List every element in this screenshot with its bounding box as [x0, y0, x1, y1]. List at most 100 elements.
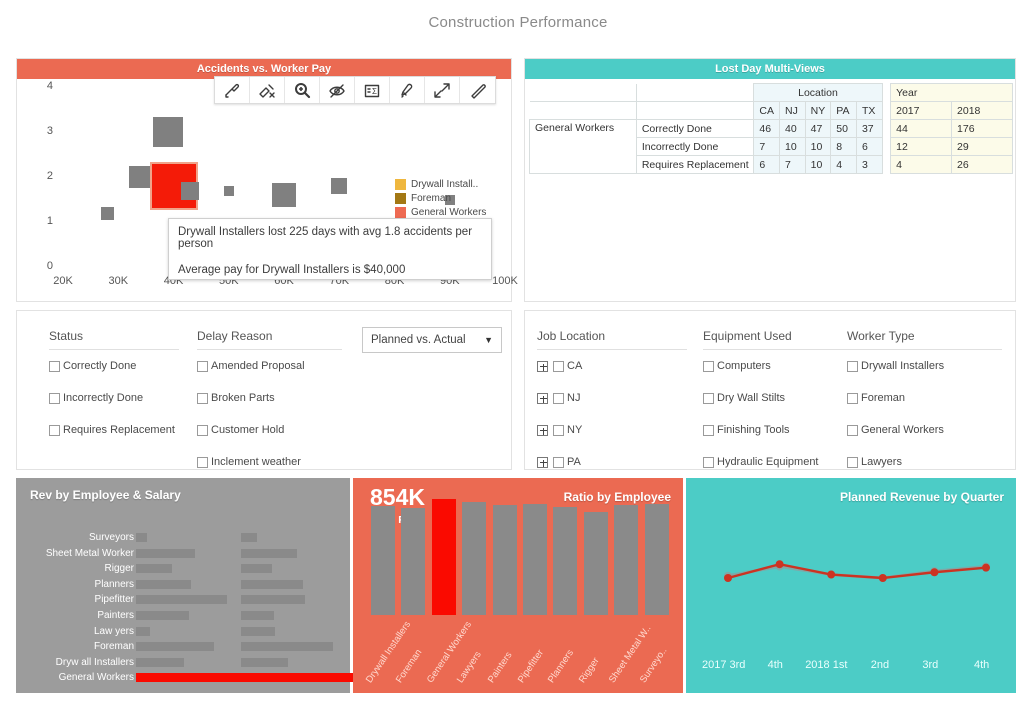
scatter-point[interactable]	[100, 206, 114, 220]
chart-toolbar[interactable]: Σ	[214, 76, 496, 104]
filter-option-equipment-used[interactable]: Dry Wall Stilts	[703, 382, 853, 414]
rev-bar-revenue[interactable]	[136, 642, 215, 652]
filter-option-job-location[interactable]: NJ	[537, 382, 687, 414]
legend-item[interactable]: Drywall Install..	[395, 177, 486, 191]
rev-bar-salary[interactable]	[241, 595, 305, 605]
ratio-bar[interactable]	[431, 499, 456, 615]
ratio-bar[interactable]	[462, 502, 487, 615]
checkbox[interactable]	[49, 360, 60, 372]
checkbox[interactable]	[553, 392, 564, 404]
rev-row[interactable]: Planners	[16, 578, 350, 591]
checkbox[interactable]	[197, 392, 208, 404]
filter-option-worker-type[interactable]: Drywall Installers	[847, 350, 1002, 382]
brush-icon[interactable]	[215, 77, 250, 103]
rev-bar-salary[interactable]	[241, 657, 289, 667]
zoom-in-icon[interactable]	[285, 77, 320, 103]
scatter-point[interactable]	[181, 181, 200, 200]
filter-option-delay-reason[interactable]: Inclement weather	[197, 446, 342, 469]
eyedropper-icon[interactable]	[390, 77, 425, 103]
checkbox[interactable]	[553, 424, 564, 436]
rev-row[interactable]: Sheet Metal Worker	[16, 547, 350, 560]
rev-bar-salary[interactable]	[241, 533, 258, 542]
filter-option-job-location[interactable]: CA	[537, 350, 687, 382]
checkbox[interactable]	[197, 456, 208, 468]
rev-bar-salary[interactable]	[241, 611, 274, 620]
expand-icon[interactable]	[425, 77, 460, 103]
edit-icon[interactable]	[460, 77, 495, 103]
rev-bar-revenue[interactable]	[136, 657, 185, 667]
filter-option-job-location[interactable]: PA	[537, 446, 687, 469]
filter-option-job-location[interactable]: NY	[537, 414, 687, 446]
checkbox[interactable]	[703, 424, 714, 436]
rev-bar-revenue[interactable]	[136, 626, 151, 636]
rev-bar-revenue[interactable]	[136, 595, 227, 605]
filter-option-delay-reason[interactable]: Broken Parts	[197, 382, 342, 414]
filter-option-status[interactable]: Correctly Done	[49, 350, 179, 382]
filter-option-worker-type[interactable]: Foreman	[847, 382, 1002, 414]
rev-bar-salary[interactable]	[241, 626, 276, 636]
checkbox[interactable]	[49, 392, 60, 404]
legend-item[interactable]: General Workers	[395, 205, 486, 219]
rev-bar-revenue[interactable]	[136, 548, 195, 558]
rev-bar-salary[interactable]	[241, 548, 298, 558]
checkbox[interactable]	[197, 424, 208, 436]
expand-plus-icon[interactable]	[537, 424, 548, 436]
expand-plus-icon[interactable]	[537, 360, 548, 372]
filter-option-equipment-used[interactable]: Computers	[703, 350, 853, 382]
filter-option-equipment-used[interactable]: Finishing Tools	[703, 414, 853, 446]
hide-icon[interactable]	[320, 77, 355, 103]
rev-row[interactable]: Law yers	[16, 625, 350, 638]
ratio-bar[interactable]	[583, 511, 608, 615]
rev-row[interactable]: Dryw all Installers	[16, 656, 350, 669]
checkbox[interactable]	[703, 456, 714, 468]
checkbox[interactable]	[49, 424, 60, 436]
rev-bar-salary[interactable]	[241, 579, 304, 589]
statistics-icon[interactable]: Σ	[355, 77, 390, 103]
ratio-bar[interactable]	[401, 508, 426, 615]
rev-row[interactable]: General Workers	[16, 671, 389, 684]
rev-bar-salary[interactable]	[241, 642, 333, 652]
checkbox[interactable]	[703, 360, 714, 372]
rev-bar-salary[interactable]	[241, 564, 273, 574]
checkbox[interactable]	[553, 456, 564, 468]
rev-row[interactable]: Rigger	[16, 562, 350, 575]
quarter-data-point[interactable]	[724, 574, 732, 582]
quarter-data-point[interactable]	[827, 570, 836, 579]
rev-row[interactable]: Foreman	[16, 640, 350, 653]
ratio-bar[interactable]	[553, 507, 578, 615]
planned-vs-actual-dropdown[interactable]: Planned vs. Actual ▼	[362, 327, 502, 353]
checkbox[interactable]	[553, 360, 564, 372]
rev-bar-revenue[interactable]	[136, 611, 190, 620]
rev-bar-revenue[interactable]	[136, 533, 147, 542]
filter-option-status[interactable]: Incorrectly Done	[49, 382, 179, 414]
checkbox[interactable]	[847, 392, 858, 404]
filter-option-delay-reason[interactable]: Amended Proposal	[197, 350, 342, 382]
scatter-point[interactable]	[129, 166, 152, 188]
legend-item[interactable]: Foreman	[395, 191, 486, 205]
filter-option-equipment-used[interactable]: Hydraulic Equipment	[703, 446, 853, 469]
ratio-bar[interactable]	[644, 503, 669, 615]
rev-row[interactable]: Painters	[16, 609, 350, 622]
filter-option-worker-type[interactable]: General Workers	[847, 414, 1002, 446]
checkbox[interactable]	[847, 424, 858, 436]
quarter-data-point[interactable]	[982, 563, 990, 572]
brush-clear-icon[interactable]	[250, 77, 285, 103]
quarter-data-point[interactable]	[930, 568, 939, 577]
rev-bar-revenue[interactable]	[136, 579, 192, 589]
filter-option-worker-type[interactable]: Lawyers	[847, 446, 1002, 469]
checkbox[interactable]	[847, 456, 858, 468]
checkbox[interactable]	[703, 392, 714, 404]
rev-row[interactable]: Pipefitter	[16, 593, 350, 606]
expand-plus-icon[interactable]	[537, 456, 548, 468]
quarter-data-point[interactable]	[878, 574, 887, 582]
rev-row[interactable]: Surveyors	[16, 531, 350, 544]
rev-bar-revenue[interactable]	[136, 564, 172, 574]
quarter-data-point[interactable]	[775, 560, 784, 569]
scatter-point[interactable]	[331, 178, 348, 194]
filter-option-delay-reason[interactable]: Customer Hold	[197, 414, 342, 446]
filter-option-status[interactable]: Requires Replacement	[49, 414, 179, 446]
scatter-point[interactable]	[152, 117, 183, 147]
checkbox[interactable]	[197, 360, 208, 372]
ratio-bar[interactable]	[523, 503, 547, 615]
ratio-bar[interactable]	[614, 504, 639, 615]
